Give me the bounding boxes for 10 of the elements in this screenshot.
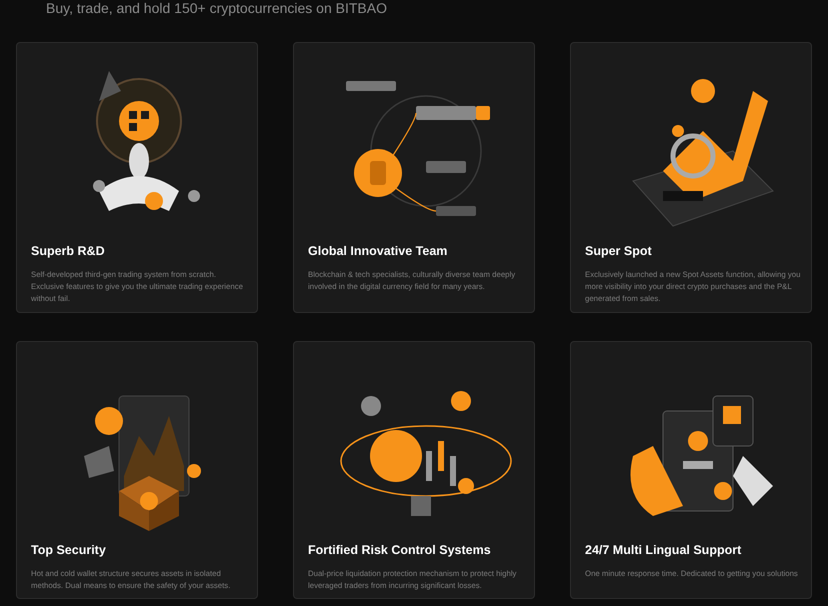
feature-title: Fortified Risk Control Systems bbox=[308, 542, 492, 558]
feature-title: Global Innovative Team bbox=[308, 243, 448, 259]
feature-title: Top Security bbox=[31, 542, 107, 558]
feature-title: Super Spot bbox=[585, 243, 653, 259]
candle bbox=[426, 451, 432, 481]
feature-title: Superb R&D bbox=[31, 243, 106, 259]
candle bbox=[450, 456, 456, 486]
candle bbox=[438, 441, 444, 471]
feature-title: 24/7 Multi Lingual Support bbox=[585, 542, 742, 558]
page-subtitle: Buy, trade, and hold 150+ cryptocurrencies on BITBAO bbox=[46, 0, 387, 16]
